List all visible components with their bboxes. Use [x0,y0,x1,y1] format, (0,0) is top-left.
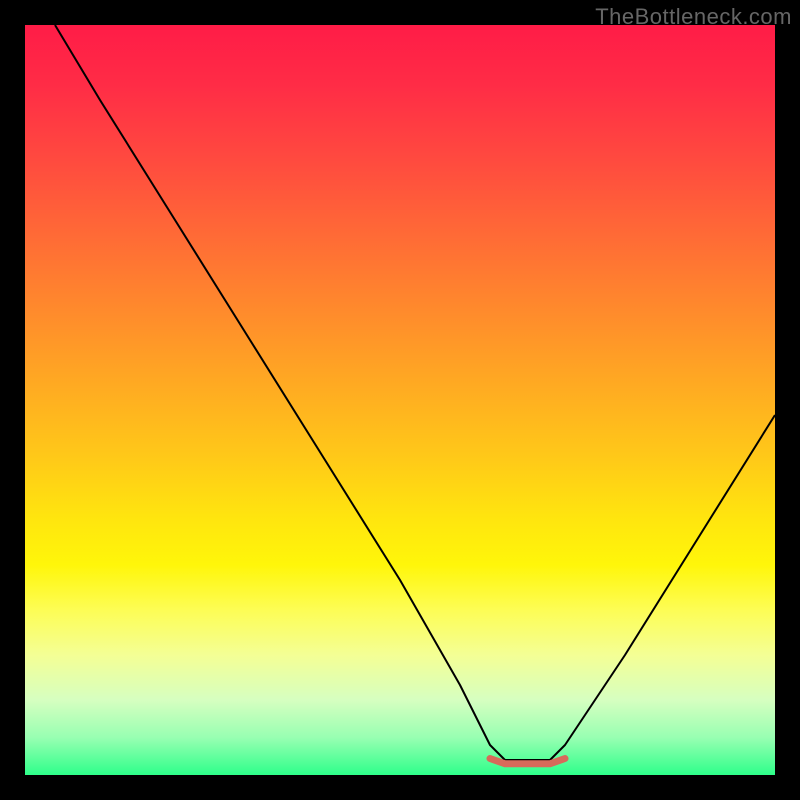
bottleneck-curve [55,25,775,760]
chart-svg [25,25,775,775]
chart-container: TheBottleneck.com [0,0,800,800]
plot-area [25,25,775,775]
watermark-text: TheBottleneck.com [595,4,792,30]
